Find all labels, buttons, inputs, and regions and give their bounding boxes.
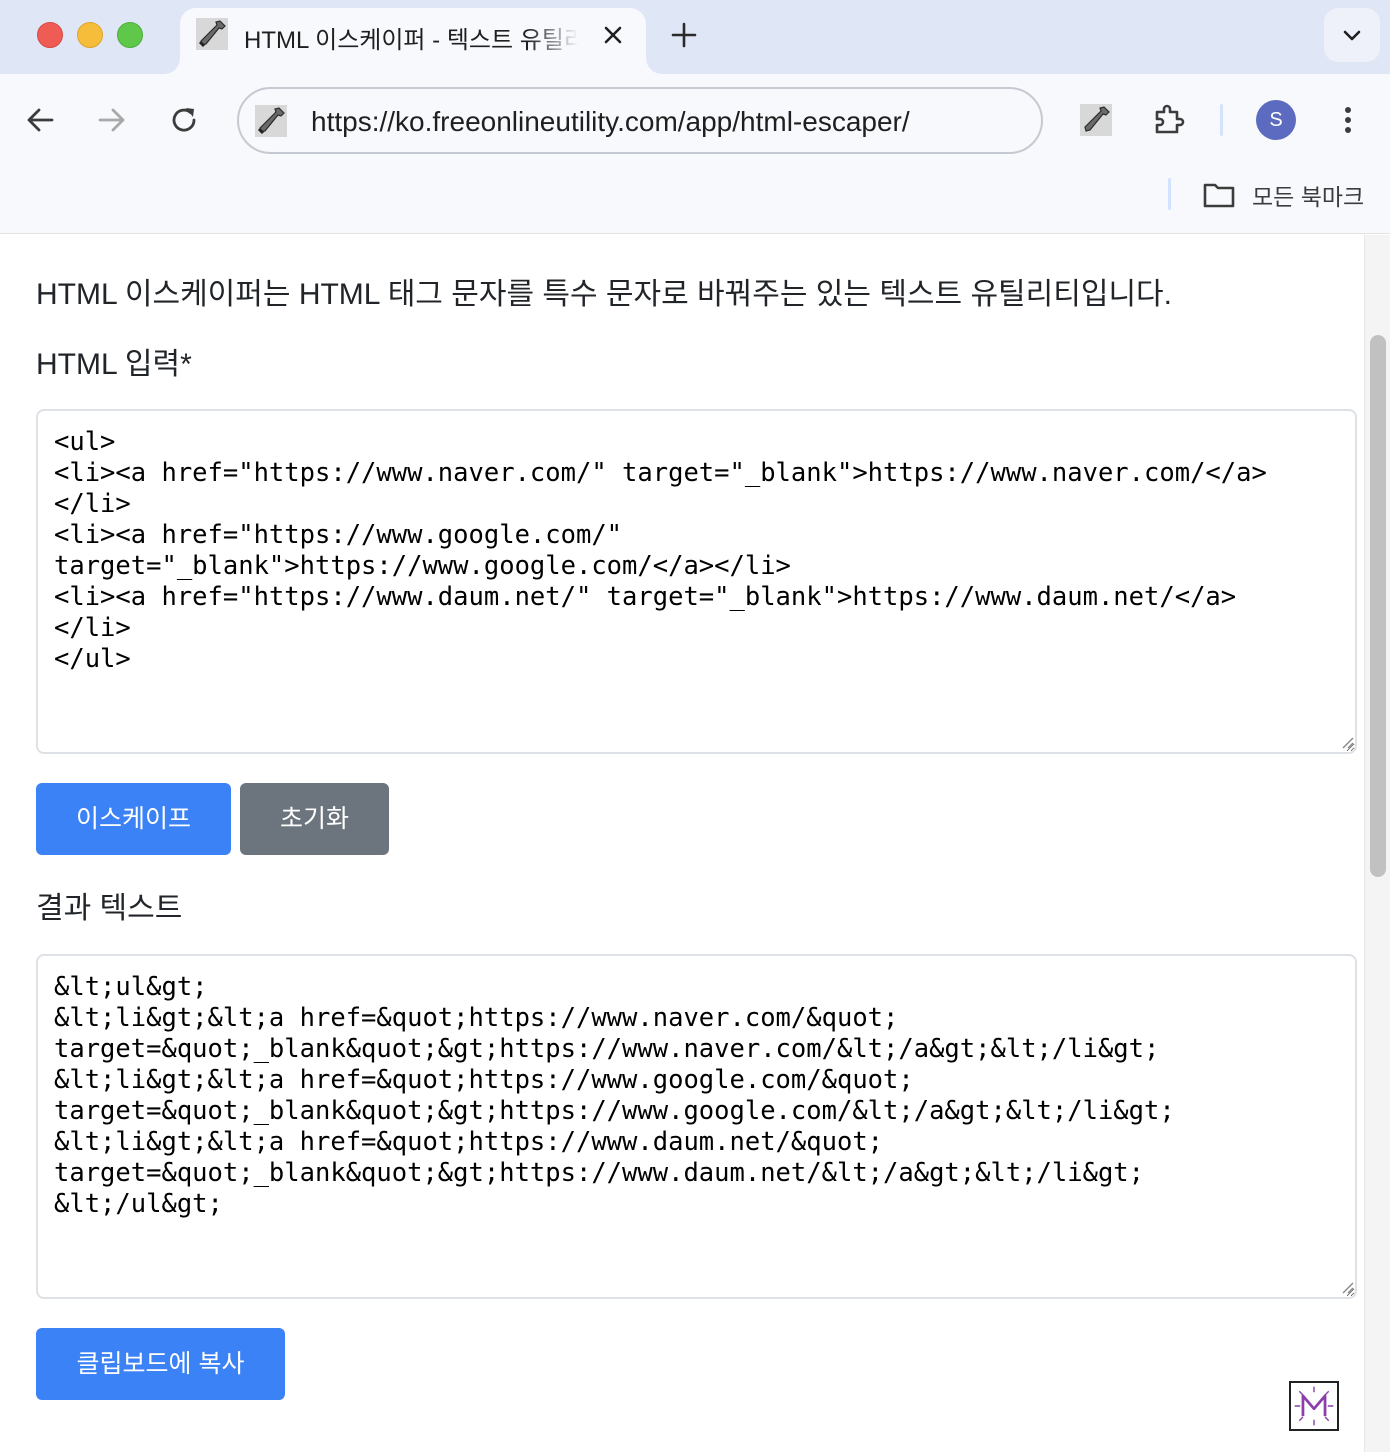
- close-icon[interactable]: [600, 22, 626, 48]
- page-description: HTML 이스케이퍼는 HTML 태그 문자를 특수 문자로 바꿔주는 있는 텍…: [36, 278, 1172, 311]
- all-bookmarks-label[interactable]: 모든 북마크: [1252, 178, 1364, 212]
- reset-button[interactable]: 초기화: [240, 783, 389, 855]
- result-textarea[interactable]: &lt;ul&gt; &lt;li&gt;&lt;a href=&quot;ht…: [36, 954, 1357, 1299]
- close-window-button[interactable]: [37, 22, 63, 48]
- wrench-favicon-icon: [255, 105, 287, 137]
- active-tab[interactable]: HTML 이스케이퍼 - 텍스트 유틸리티: [180, 8, 646, 74]
- chevron-down-icon: [1343, 30, 1361, 41]
- tab-title: HTML 이스케이퍼 - 텍스트 유틸리티: [244, 27, 578, 54]
- m-logo-icon[interactable]: [1289, 1381, 1339, 1431]
- url-text[interactable]: https://ko.freeonlineutility.com/app/htm…: [311, 106, 910, 138]
- tab-strip: HTML 이스케이퍼 - 텍스트 유틸리티: [0, 0, 1390, 74]
- kebab-menu-icon[interactable]: [1330, 102, 1366, 138]
- avatar[interactable]: S: [1256, 100, 1296, 140]
- escape-button[interactable]: 이스케이프: [36, 783, 231, 855]
- resize-grip-icon[interactable]: [1340, 1280, 1354, 1294]
- bookmark-divider: [1168, 178, 1171, 210]
- maximize-window-button[interactable]: [117, 22, 143, 48]
- scrollbar-thumb[interactable]: [1370, 335, 1386, 877]
- result-label: 결과 텍스트: [36, 892, 183, 925]
- page-content: HTML 이스케이퍼는 HTML 태그 문자를 특수 문자로 바꿔주는 있는 텍…: [0, 235, 1364, 1452]
- resize-grip-icon[interactable]: [1340, 735, 1354, 749]
- copy-to-clipboard-button[interactable]: 클립보드에 복사: [36, 1328, 285, 1400]
- html-input-textarea[interactable]: <ul> <li><a href="https://www.naver.com/…: [36, 409, 1357, 754]
- minimize-window-button[interactable]: [77, 22, 103, 48]
- extension-puzzle-icon[interactable]: [1151, 102, 1187, 138]
- forward-arrow-icon[interactable]: [94, 102, 130, 138]
- folder-icon[interactable]: [1202, 180, 1236, 210]
- tab-search-button[interactable]: [1324, 8, 1380, 62]
- back-arrow-icon[interactable]: [22, 102, 58, 138]
- page-scrollbar[interactable]: [1364, 235, 1390, 1452]
- browser-toolbar: https://ko.freeonlineutility.com/app/htm…: [0, 74, 1390, 234]
- wrench-favicon-icon[interactable]: [1078, 102, 1114, 138]
- wrench-favicon-icon: [196, 18, 228, 50]
- reload-icon[interactable]: [166, 102, 202, 138]
- input-label: HTML 입력*: [36, 348, 192, 381]
- address-bar[interactable]: https://ko.freeonlineutility.com/app/htm…: [237, 87, 1043, 154]
- plus-icon[interactable]: [668, 19, 700, 51]
- toolbar-divider: [1220, 104, 1223, 136]
